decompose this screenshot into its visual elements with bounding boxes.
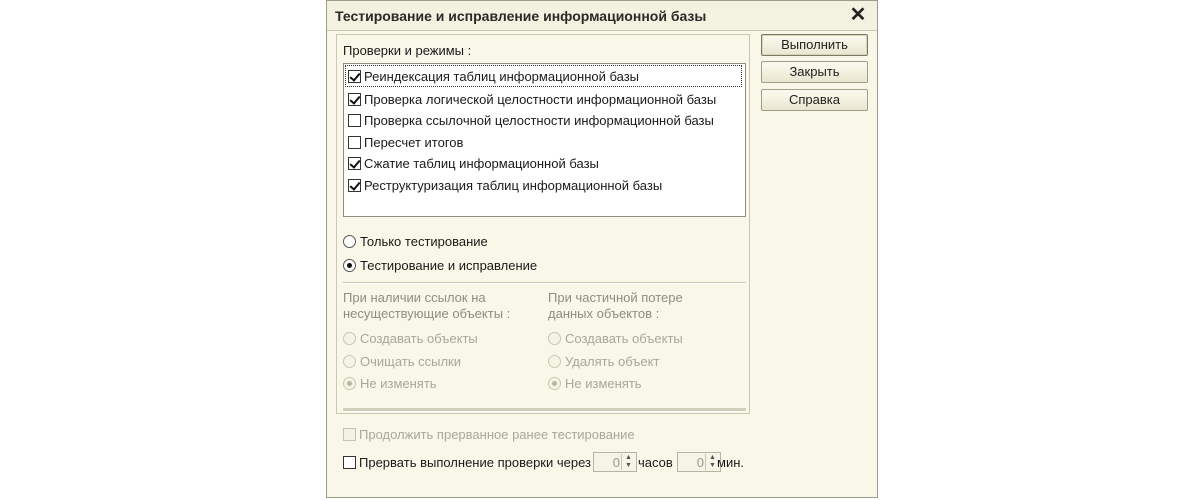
partial-loss-create[interactable]: Создавать объекты bbox=[548, 328, 683, 348]
radio-test-and-fix[interactable]: Тестирование и исправление bbox=[343, 255, 537, 275]
missing-refs-keep[interactable]: Не изменять bbox=[343, 373, 437, 393]
minutes-spinner[interactable]: 0 ▲ ▼ bbox=[677, 452, 721, 472]
checkbox[interactable] bbox=[343, 427, 356, 441]
missing-refs-label: При наличии ссылок на несуществующие объ… bbox=[343, 290, 511, 321]
test-and-repair-dialog: Тестирование и исправление информационно… bbox=[326, 0, 878, 498]
radio-button[interactable] bbox=[343, 376, 356, 390]
check-label: Проверка ссылочной целостности информаци… bbox=[364, 112, 714, 128]
radio-button[interactable] bbox=[548, 376, 561, 390]
radio-button[interactable] bbox=[343, 331, 356, 345]
radio-label: Создавать объекты bbox=[360, 330, 478, 346]
radio-button[interactable] bbox=[343, 258, 356, 272]
minutes-label: мин. bbox=[717, 455, 744, 470]
check-recalc-totals[interactable]: Пересчет итогов bbox=[348, 132, 463, 152]
radio-button[interactable] bbox=[548, 331, 561, 345]
hours-value: 0 bbox=[612, 455, 620, 470]
radio-label: Тестирование и исправление bbox=[360, 257, 538, 273]
hours-label: часов bbox=[638, 455, 673, 470]
checks-group-label: Проверки и режимы : bbox=[343, 43, 472, 58]
checkbox[interactable] bbox=[348, 156, 361, 170]
radio-label: Очищать ссылки bbox=[360, 353, 462, 369]
title-bar: Тестирование и исправление информационно… bbox=[327, 1, 877, 31]
check-label: Пересчет итогов bbox=[364, 134, 464, 150]
checkbox[interactable] bbox=[348, 113, 361, 127]
missing-refs-create[interactable]: Создавать объекты bbox=[343, 328, 478, 348]
radio-label: Не изменять bbox=[565, 375, 642, 391]
checkbox[interactable] bbox=[348, 69, 361, 83]
spin-up-icon[interactable]: ▲ bbox=[622, 454, 635, 462]
radio-label: Не изменять bbox=[360, 375, 437, 391]
partial-loss-keep[interactable]: Не изменять bbox=[548, 373, 642, 393]
continue-testing-check[interactable]: Продолжить прерванное ранее тестирование bbox=[343, 424, 635, 444]
run-button[interactable]: Выполнить bbox=[761, 34, 868, 56]
dialog-title: Тестирование и исправление информационно… bbox=[335, 8, 707, 24]
partial-loss-delete[interactable]: Удалять объект bbox=[548, 351, 659, 371]
help-button[interactable]: Справка bbox=[761, 89, 868, 111]
checkbox[interactable] bbox=[343, 455, 356, 469]
check-label: Проверка логической целостности информац… bbox=[364, 91, 717, 107]
radio-test-only[interactable]: Только тестирование bbox=[343, 231, 488, 251]
check-label: Сжатие таблиц информационной базы bbox=[364, 155, 599, 171]
check-restructure[interactable]: Реструктуризация таблиц информационной б… bbox=[348, 175, 662, 195]
check-compress-tables[interactable]: Сжатие таблиц информационной базы bbox=[348, 153, 599, 173]
checkbox[interactable] bbox=[348, 135, 361, 149]
separator bbox=[343, 408, 746, 412]
radio-button[interactable] bbox=[343, 234, 356, 248]
check-label: Реструктуризация таблиц информационной б… bbox=[364, 177, 663, 193]
check-label: Продолжить прерванное ранее тестирование bbox=[359, 426, 635, 442]
check-logical-integrity[interactable]: Проверка логической целостности информац… bbox=[348, 89, 716, 109]
check-label: Реиндексация таблиц информационной базы bbox=[364, 68, 640, 84]
interrupt-check[interactable]: Прервать выполнение проверки через bbox=[343, 452, 591, 472]
check-reference-integrity[interactable]: Проверка ссылочной целостности информаци… bbox=[348, 110, 714, 130]
minutes-value: 0 bbox=[696, 455, 704, 470]
check-reindex[interactable]: Реиндексация таблиц информационной базы bbox=[345, 65, 742, 87]
checkbox[interactable] bbox=[348, 178, 361, 192]
spin-down-icon[interactable]: ▼ bbox=[622, 462, 635, 470]
radio-button[interactable] bbox=[343, 354, 356, 368]
close-button[interactable]: Закрыть bbox=[761, 61, 868, 83]
radio-label: Только тестирование bbox=[360, 233, 488, 249]
separator bbox=[343, 282, 746, 284]
close-icon[interactable]: ✕ bbox=[847, 4, 869, 26]
hours-spinner[interactable]: 0 ▲ ▼ bbox=[593, 452, 637, 472]
hours-spinner-arrows[interactable]: ▲ ▼ bbox=[621, 454, 635, 470]
radio-label: Удалять объект bbox=[565, 353, 660, 369]
partial-loss-label: При частичной потере данных объектов : bbox=[548, 290, 683, 321]
checkbox[interactable] bbox=[348, 92, 361, 106]
radio-label: Создавать объекты bbox=[565, 330, 683, 346]
radio-button[interactable] bbox=[548, 354, 561, 368]
missing-refs-clear[interactable]: Очищать ссылки bbox=[343, 351, 461, 371]
checks-list[interactable]: Реиндексация таблиц информационной базы … bbox=[343, 63, 746, 217]
check-label: Прервать выполнение проверки через bbox=[359, 454, 592, 470]
